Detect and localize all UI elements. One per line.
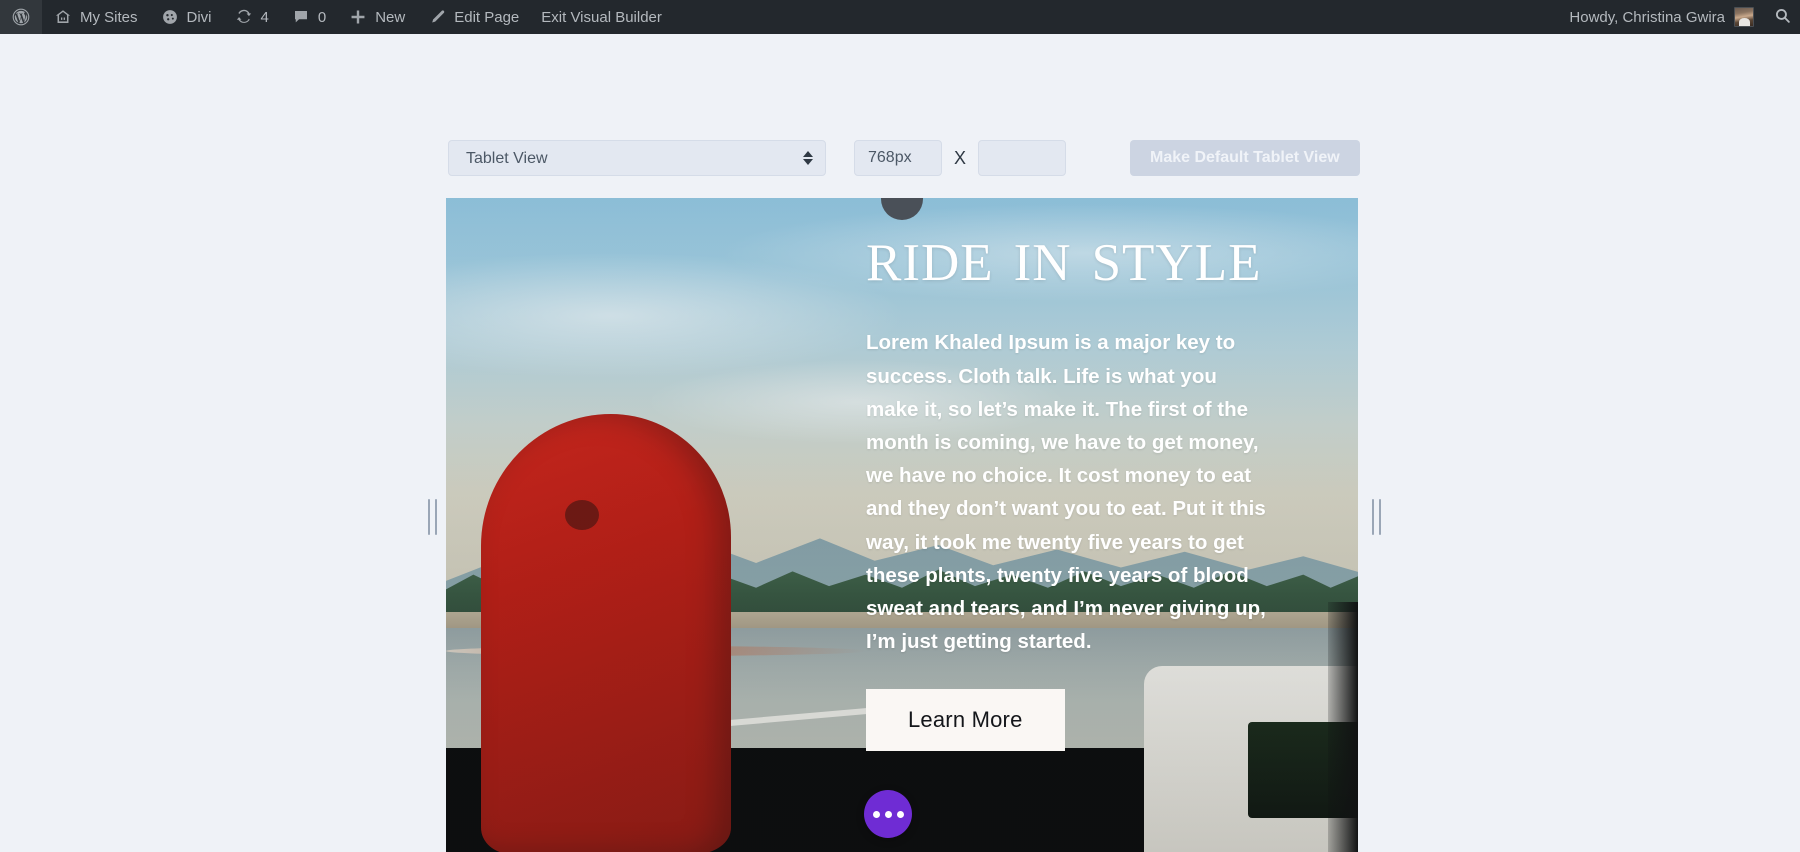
updates-icon: [234, 7, 254, 27]
new-label: New: [375, 10, 405, 25]
person-in-red-jacket: [481, 414, 731, 852]
dark-right-edge: [1328, 602, 1358, 852]
divi-icon: [160, 7, 180, 27]
new-content-menu[interactable]: New: [337, 0, 416, 34]
resize-handle-left[interactable]: [423, 497, 441, 537]
module-settings-fab[interactable]: [864, 790, 912, 838]
three-dots-icon: [885, 811, 892, 818]
edit-page-label: Edit Page: [454, 10, 519, 25]
comments-count: 0: [318, 9, 326, 26]
viewport-height-input[interactable]: [978, 140, 1066, 176]
wordpress-logo-icon: [11, 7, 31, 27]
dimension-separator: X: [942, 148, 978, 169]
hood-opening: [565, 500, 599, 530]
divi-menu[interactable]: Divi: [149, 0, 223, 34]
exit-visual-builder-button[interactable]: Exit Visual Builder: [530, 0, 673, 34]
view-mode-select[interactable]: Desktop ViewTablet ViewPhone View: [448, 140, 826, 176]
grip-line: [1379, 499, 1381, 535]
divi-label: Divi: [187, 10, 212, 25]
updates-count: 4: [261, 9, 269, 26]
comments-menu[interactable]: 0: [280, 0, 337, 34]
my-sites-label: My Sites: [80, 10, 138, 25]
three-dots-icon: [897, 811, 904, 818]
my-sites-menu[interactable]: My Sites: [42, 0, 149, 34]
search-toggle-button[interactable]: [1764, 0, 1800, 34]
responsive-view-toolbar: Desktop ViewTablet ViewPhone View X Make…: [0, 138, 1800, 178]
learn-more-button[interactable]: Learn More: [866, 689, 1065, 751]
preview-area: Ride In Style Lorem Khaled Ipsum is a ma…: [0, 198, 1800, 852]
make-default-tablet-view-button[interactable]: Make Default Tablet View: [1130, 140, 1360, 176]
three-dots-icon: [873, 811, 880, 818]
comments-icon: [291, 7, 311, 27]
grip-line: [1372, 499, 1374, 535]
grip-line: [428, 499, 430, 535]
howdy-label: Howdy, Christina Gwira: [1569, 9, 1725, 26]
viewport-width-input[interactable]: [854, 140, 942, 176]
howdy-user-menu[interactable]: Howdy, Christina Gwira: [1555, 0, 1764, 34]
responsive-preview-frame[interactable]: Ride In Style Lorem Khaled Ipsum is a ma…: [446, 198, 1358, 852]
wp-admin-bar: My Sites Divi 4 0: [0, 0, 1800, 34]
updates-menu[interactable]: 4: [223, 0, 280, 34]
pencil-icon: [427, 7, 447, 27]
edit-page-button[interactable]: Edit Page: [416, 0, 530, 34]
hero-title: Ride In Style: [866, 198, 1270, 292]
hero-body-text: Lorem Khaled Ipsum is a major key to suc…: [866, 326, 1270, 658]
resize-handle-right[interactable]: [1367, 497, 1385, 537]
wordpress-logo-button[interactable]: [0, 0, 42, 34]
view-select-wrapper: Desktop ViewTablet ViewPhone View: [448, 140, 826, 176]
search-icon: [1774, 7, 1791, 28]
plus-icon: [348, 7, 368, 27]
avatar: [1734, 7, 1754, 27]
hero-content-column: Ride In Style Lorem Khaled Ipsum is a ma…: [866, 198, 1270, 751]
grip-line: [435, 499, 437, 535]
sites-icon: [53, 7, 73, 27]
admin-bar-right-group: Howdy, Christina Gwira: [1555, 0, 1800, 34]
exit-visual-builder-label: Exit Visual Builder: [541, 10, 662, 25]
